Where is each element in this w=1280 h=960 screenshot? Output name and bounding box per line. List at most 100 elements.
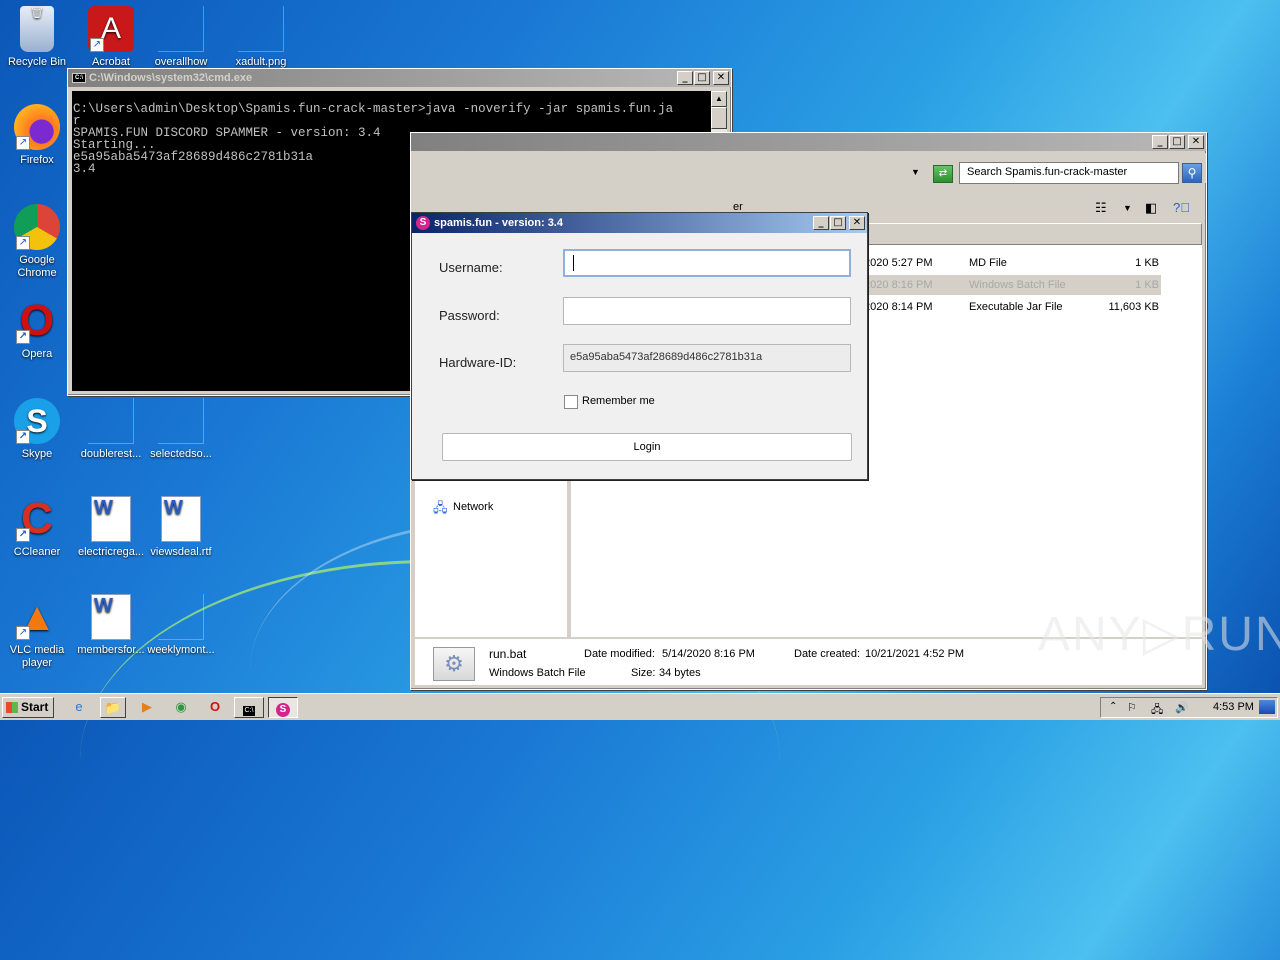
details-size-value: 34 bytes: [659, 667, 701, 679]
opera-icon[interactable]: O: [202, 697, 228, 718]
chrome-icon[interactable]: ◉: [168, 697, 194, 718]
maximize-button[interactable]: □: [1169, 135, 1185, 149]
desktop-icon-recycle-bin[interactable]: 🗑 Recycle Bin: [0, 6, 74, 69]
preview-pane-icon[interactable]: ◧: [1145, 200, 1157, 216]
desktop-icon-selectedso[interactable]: selectedso...: [144, 398, 218, 461]
details-filename: run.bat: [489, 647, 527, 661]
cmd-title: C:\Windows\system32\cmd.exe: [89, 72, 253, 84]
cmd-taskbar-icon[interactable]: C:\: [234, 697, 264, 718]
shortcut-arrow-icon: ↗: [16, 626, 30, 640]
login-dialog[interactable]: S spamis.fun - version: 3.4 _ □ ✕ Userna…: [411, 212, 868, 480]
show-hidden-icons-icon[interactable]: ⌃: [1109, 701, 1117, 712]
show-desktop-icon[interactable]: [1259, 700, 1275, 714]
desktop-icon-google-chrome[interactable]: ↗ Google Chrome: [0, 204, 74, 280]
login-button[interactable]: Login: [442, 433, 852, 461]
remember-me-label[interactable]: Remember me: [582, 395, 655, 407]
desktop-icon-label: doublerest...: [80, 448, 142, 460]
desktop-icon-label: viewsdeal.rtf: [150, 546, 212, 558]
explorer-title-bar[interactable]: _ □ ✕: [411, 133, 1206, 151]
desktop-icon-label: Recycle Bin: [7, 56, 67, 68]
desktop-icon-label: weeklymont...: [147, 644, 215, 656]
desktop-icon-membersfor[interactable]: Wmembersfor...: [74, 594, 148, 657]
shortcut-arrow-icon: ↗: [16, 136, 30, 150]
desktop-icon-label: selectedso...: [150, 448, 212, 460]
spamis-taskbar-icon[interactable]: S: [268, 697, 298, 718]
opera-icon: O ↗: [14, 298, 60, 344]
password-input[interactable]: [563, 297, 851, 325]
vlc-icon: ▲ ↗: [16, 595, 57, 640]
desktop-icon-skype[interactable]: S ↗ Skype: [0, 398, 74, 461]
desktop-icon-vlc[interactable]: ▲ ↗ VLC media player: [0, 594, 74, 670]
desktop-icon-label: Google Chrome: [17, 254, 57, 279]
cmd-title-bar[interactable]: C:\ C:\Windows\system32\cmd.exe _ □ ✕: [68, 69, 731, 87]
hardware-id-label: Hardware-ID:: [439, 355, 517, 370]
nav-item-network[interactable]: Network: [453, 501, 493, 513]
address-dropdown-icon[interactable]: ▼: [911, 167, 920, 177]
electricrega-icon: W: [91, 496, 131, 542]
dialog-title: spamis.fun - version: 3.4: [434, 217, 563, 229]
weeklymont-icon: [158, 594, 204, 640]
google-chrome-icon: ↗: [14, 204, 60, 250]
dialog-title-bar[interactable]: S spamis.fun - version: 3.4 _ □ ✕: [412, 213, 867, 233]
remember-me-checkbox[interactable]: [564, 395, 578, 409]
desktop-icon-doublerest[interactable]: doublerest...: [74, 398, 148, 461]
maximize-button[interactable]: □: [830, 216, 846, 230]
refresh-icon[interactable]: ⇄: [933, 165, 953, 183]
view-dropdown-icon[interactable]: ▼: [1123, 203, 1132, 213]
desktop-icon-xadult-png[interactable]: xadult.png: [224, 6, 298, 69]
shortcut-arrow-icon: ↗: [90, 38, 104, 52]
xadult-png-icon: [238, 6, 284, 52]
close-button[interactable]: ✕: [713, 71, 729, 85]
minimize-button[interactable]: _: [677, 71, 693, 85]
scroll-up-arrow-icon[interactable]: ▲: [711, 91, 727, 107]
search-input[interactable]: Search Spamis.fun-crack-master: [959, 162, 1179, 184]
desktop-icon-opera[interactable]: O ↗ Opera: [0, 298, 74, 361]
navigation-pane[interactable]: 🖧 Network: [415, 481, 571, 637]
desktop-icon-firefox[interactable]: ↗ Firefox: [0, 104, 74, 167]
help-icon[interactable]: ?⃝: [1173, 200, 1190, 215]
minimize-button[interactable]: _: [1152, 135, 1168, 149]
action-center-flag-icon[interactable]: ⚐: [1127, 701, 1137, 714]
desktop-icon-label: Skype: [21, 448, 53, 460]
scroll-thumb[interactable]: [711, 107, 727, 129]
close-button[interactable]: ✕: [849, 216, 865, 230]
internet-explorer-icon[interactable]: e: [66, 697, 92, 718]
firefox-icon: ↗: [14, 104, 60, 150]
desktop-icon-overallhow[interactable]: overallhow: [144, 6, 218, 69]
start-button[interactable]: Start: [2, 697, 54, 718]
search-icon[interactable]: ⚲: [1182, 163, 1202, 183]
media-player-icon[interactable]: ▶: [134, 697, 160, 718]
minimize-button[interactable]: _: [813, 216, 829, 230]
desktop-icon-acrobat[interactable]: A ↗ Acrobat: [74, 6, 148, 69]
username-input[interactable]: [563, 249, 851, 277]
shortcut-arrow-icon: ↗: [16, 528, 30, 542]
close-button[interactable]: ✕: [1188, 135, 1204, 149]
taskbar: Start e 📁 ▶ ◉ O C:\ S ⌃ ⚐ 🖧 🔊 4:53 PM: [0, 693, 1280, 720]
network-icon: 🖧: [433, 500, 448, 515]
desktop-icon-label: VLC media player: [9, 644, 65, 669]
file-explorer-icon[interactable]: 📁: [100, 697, 126, 718]
view-options-icon[interactable]: ☷: [1095, 200, 1107, 216]
desktop-icon-ccleaner[interactable]: C ↗ CCleaner: [0, 496, 74, 559]
overallhow-icon: [158, 6, 204, 52]
desktop-icon-label: Opera: [21, 348, 53, 360]
ccleaner-icon: C ↗: [14, 496, 60, 542]
desktop-icon-weeklymont[interactable]: weeklymont...: [144, 594, 218, 657]
desktop-icon-label: CCleaner: [13, 546, 61, 558]
anyrun-watermark: ANY▷RUN: [1038, 608, 1280, 661]
doublerest-icon: [88, 398, 134, 444]
desktop-icon-label: membersfor...: [77, 644, 145, 656]
desktop-icon-electricrega[interactable]: Welectricrega...: [74, 496, 148, 559]
maximize-button[interactable]: □: [694, 71, 710, 85]
details-created-label: Date created:: [794, 648, 861, 660]
password-label: Password:: [439, 308, 500, 323]
desktop-icon-viewsdeal[interactable]: Wviewsdeal.rtf: [144, 496, 218, 559]
network-warning-icon[interactable]: 🖧: [1151, 701, 1163, 720]
shortcut-arrow-icon: ↗: [16, 330, 30, 344]
windows-logo-icon: [6, 702, 18, 713]
volume-icon[interactable]: 🔊: [1175, 701, 1189, 714]
clock[interactable]: 4:53 PM: [1213, 701, 1254, 713]
hardware-id-field[interactable]: e5a95aba5473af28689d486c2781b31a: [563, 344, 851, 372]
batch-file-gear-icon: ⚙: [433, 647, 475, 681]
column-extra[interactable]: [865, 223, 1202, 245]
